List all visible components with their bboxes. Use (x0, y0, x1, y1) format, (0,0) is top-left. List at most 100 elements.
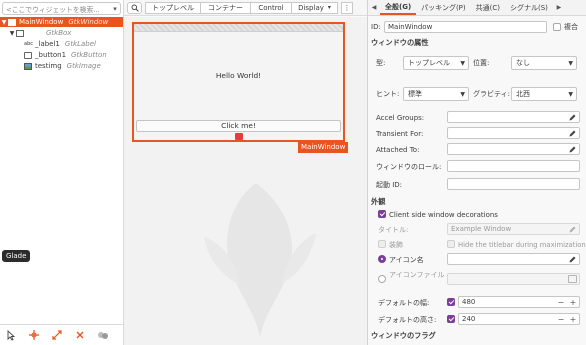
property-tabs: ◀ 全般(G) パッキング(P) 共通(C) シグナル(S) ▶ (368, 0, 586, 16)
attached-to-row: Attached To: (368, 143, 586, 156)
position-value: なし (516, 59, 530, 67)
title-input[interactable]: Example Window (447, 223, 580, 235)
palette-container-button[interactable]: コンテナー (201, 1, 251, 14)
decorated-row: 装飾 Hide the titlebar during maximization (368, 239, 586, 250)
pencil-icon[interactable] (568, 129, 577, 138)
window-attrs-title: ウィンドウの属性 (371, 37, 429, 47)
csd-row: Client side window decorations (368, 209, 586, 220)
type-combo[interactable]: トップレベル ▼ (403, 56, 469, 70)
alignment-edit-icon[interactable] (72, 328, 87, 342)
tree-item-button1[interactable]: _button1 GtkButton (0, 50, 123, 60)
select-pointer-icon[interactable] (3, 328, 18, 342)
plus-icon[interactable]: + (567, 298, 579, 307)
icon-file-input[interactable] (447, 273, 580, 285)
main-window-preview[interactable]: Hello World! Click me! (132, 22, 345, 142)
drag-resize-icon[interactable] (26, 328, 41, 342)
window-titlebar-placeholder (134, 24, 343, 32)
tab-packing[interactable]: パッキング(P) (416, 0, 470, 15)
tree-item-mainwindow[interactable]: ▼ MainWindow GtkWindow (0, 17, 123, 27)
palette-toplevel-button[interactable]: トップレベル (145, 1, 201, 14)
icon-file-radio[interactable] (378, 275, 386, 283)
hide-titlebar-checkbox[interactable] (447, 240, 455, 248)
window-role-input[interactable] (447, 160, 580, 172)
selected-widget-tag: MainWindow (298, 142, 349, 153)
startup-id-input[interactable] (447, 178, 580, 190)
click-me-button[interactable]: Click me! (136, 120, 341, 132)
expander-down-icon[interactable]: ▼ (0, 19, 8, 26)
tree-item-name: testimg (35, 62, 62, 70)
tree-item-testimg[interactable]: testimg GtkImage (0, 61, 123, 71)
margin-edit-icon[interactable] (49, 328, 64, 342)
tree-item-label1[interactable]: abc _label1 GtkLabel (0, 39, 123, 49)
composite-checkbox[interactable] (553, 23, 561, 31)
icon-name-label: アイコン名 (389, 255, 424, 264)
position-combo[interactable]: なし ▼ (511, 56, 577, 70)
tab-general[interactable]: 全般(G) (380, 0, 417, 15)
pencil-icon[interactable] (568, 113, 577, 122)
widget-search-placeholder: <ここでウィジェットを検索... (6, 5, 100, 14)
palette-control-button[interactable]: Control (251, 1, 292, 14)
minus-icon[interactable]: − (555, 298, 567, 307)
appearance-header: 外観 (368, 196, 586, 207)
chevron-right-icon[interactable]: ▶ (553, 0, 565, 15)
tree-item-class: GtkButton (71, 51, 107, 59)
more-vertical-icon: ⋮ (343, 3, 351, 12)
default-height-checkbox[interactable] (447, 315, 455, 323)
decorated-checkbox[interactable] (378, 240, 386, 248)
image-icon (24, 62, 32, 70)
widget-search-input[interactable]: <ここでウィジェットを検索... ▾ (2, 2, 121, 15)
default-width-checkbox[interactable] (447, 298, 455, 306)
tab-signals[interactable]: シグナル(S) (505, 0, 553, 15)
chevron-down-icon[interactable]: ▾ (110, 5, 120, 13)
expander-down-icon[interactable]: ▼ (8, 30, 16, 37)
decorated-label: 装飾 (389, 240, 403, 249)
tab-common[interactable]: 共通(C) (471, 0, 505, 15)
gravity-label: グラビティ: (473, 90, 510, 98)
attached-to-input[interactable] (447, 143, 580, 155)
transient-for-input[interactable] (447, 127, 580, 139)
icon-file-row: アイコンファイル (368, 269, 586, 291)
tree-item-class: GtkLabel (64, 40, 96, 48)
startup-id-label: 起動 ID: (376, 180, 403, 189)
hint-combo[interactable]: 標準 ▼ (403, 87, 469, 101)
pencil-icon[interactable] (568, 145, 577, 154)
palette-display-label: Display (298, 3, 324, 12)
window-role-row: ウィンドウのロール: (368, 160, 586, 173)
plus-icon[interactable]: + (567, 315, 579, 324)
palette-display-button[interactable]: Display ▾ (292, 1, 338, 14)
icon-name-input[interactable] (447, 253, 580, 265)
widget-tree-panel: <ここでウィジェットを検索... ▾ ▼ MainWindow GtkWindo… (0, 0, 124, 345)
icon-file-label: アイコンファイル (389, 271, 445, 279)
default-width-spin[interactable]: 480 − + (458, 296, 580, 308)
search-icon (131, 4, 139, 12)
accel-groups-label: Accel Groups: (376, 113, 425, 122)
id-value: MainWindow (388, 23, 433, 31)
pencil-icon[interactable] (568, 225, 577, 234)
default-height-spin[interactable]: 240 − + (458, 313, 580, 325)
accel-groups-row: Accel Groups: (368, 111, 586, 124)
hello-world-label[interactable]: Hello World! (134, 71, 343, 80)
id-row: ID: MainWindow 複合 (368, 20, 586, 34)
inspect-icon[interactable] (95, 328, 110, 342)
default-height-value: 240 (462, 315, 476, 323)
startup-id-row: 起動 ID: (368, 178, 586, 191)
missing-image-icon[interactable] (235, 133, 243, 140)
tree-item-gtkbox[interactable]: ▼ GtkBox (0, 28, 123, 38)
chevron-left-icon[interactable]: ◀ (368, 0, 380, 15)
minus-icon[interactable]: − (555, 315, 567, 324)
pencil-icon[interactable] (568, 255, 577, 264)
accel-groups-input[interactable] (447, 111, 580, 123)
transient-for-row: Transient For: (368, 127, 586, 140)
icon-name-radio[interactable] (378, 255, 386, 263)
window-attrs-header: ウィンドウの属性 (368, 37, 586, 48)
palette-more-button[interactable]: ⋮ (341, 1, 353, 14)
tab-common-label: 共通(C) (475, 3, 500, 12)
id-input[interactable]: MainWindow (384, 21, 547, 33)
gravity-combo[interactable]: 北西 ▼ (511, 87, 577, 101)
type-position-row: 型: トップレベル ▼ 位置: なし ▼ (368, 55, 586, 71)
csd-checkbox[interactable] (378, 210, 386, 218)
default-height-row: デフォルトの高さ: 240 − + (368, 313, 586, 326)
palette-search-button[interactable] (127, 1, 142, 14)
chevron-down-icon: ▼ (568, 60, 573, 67)
file-chooser-icon[interactable] (568, 275, 577, 283)
